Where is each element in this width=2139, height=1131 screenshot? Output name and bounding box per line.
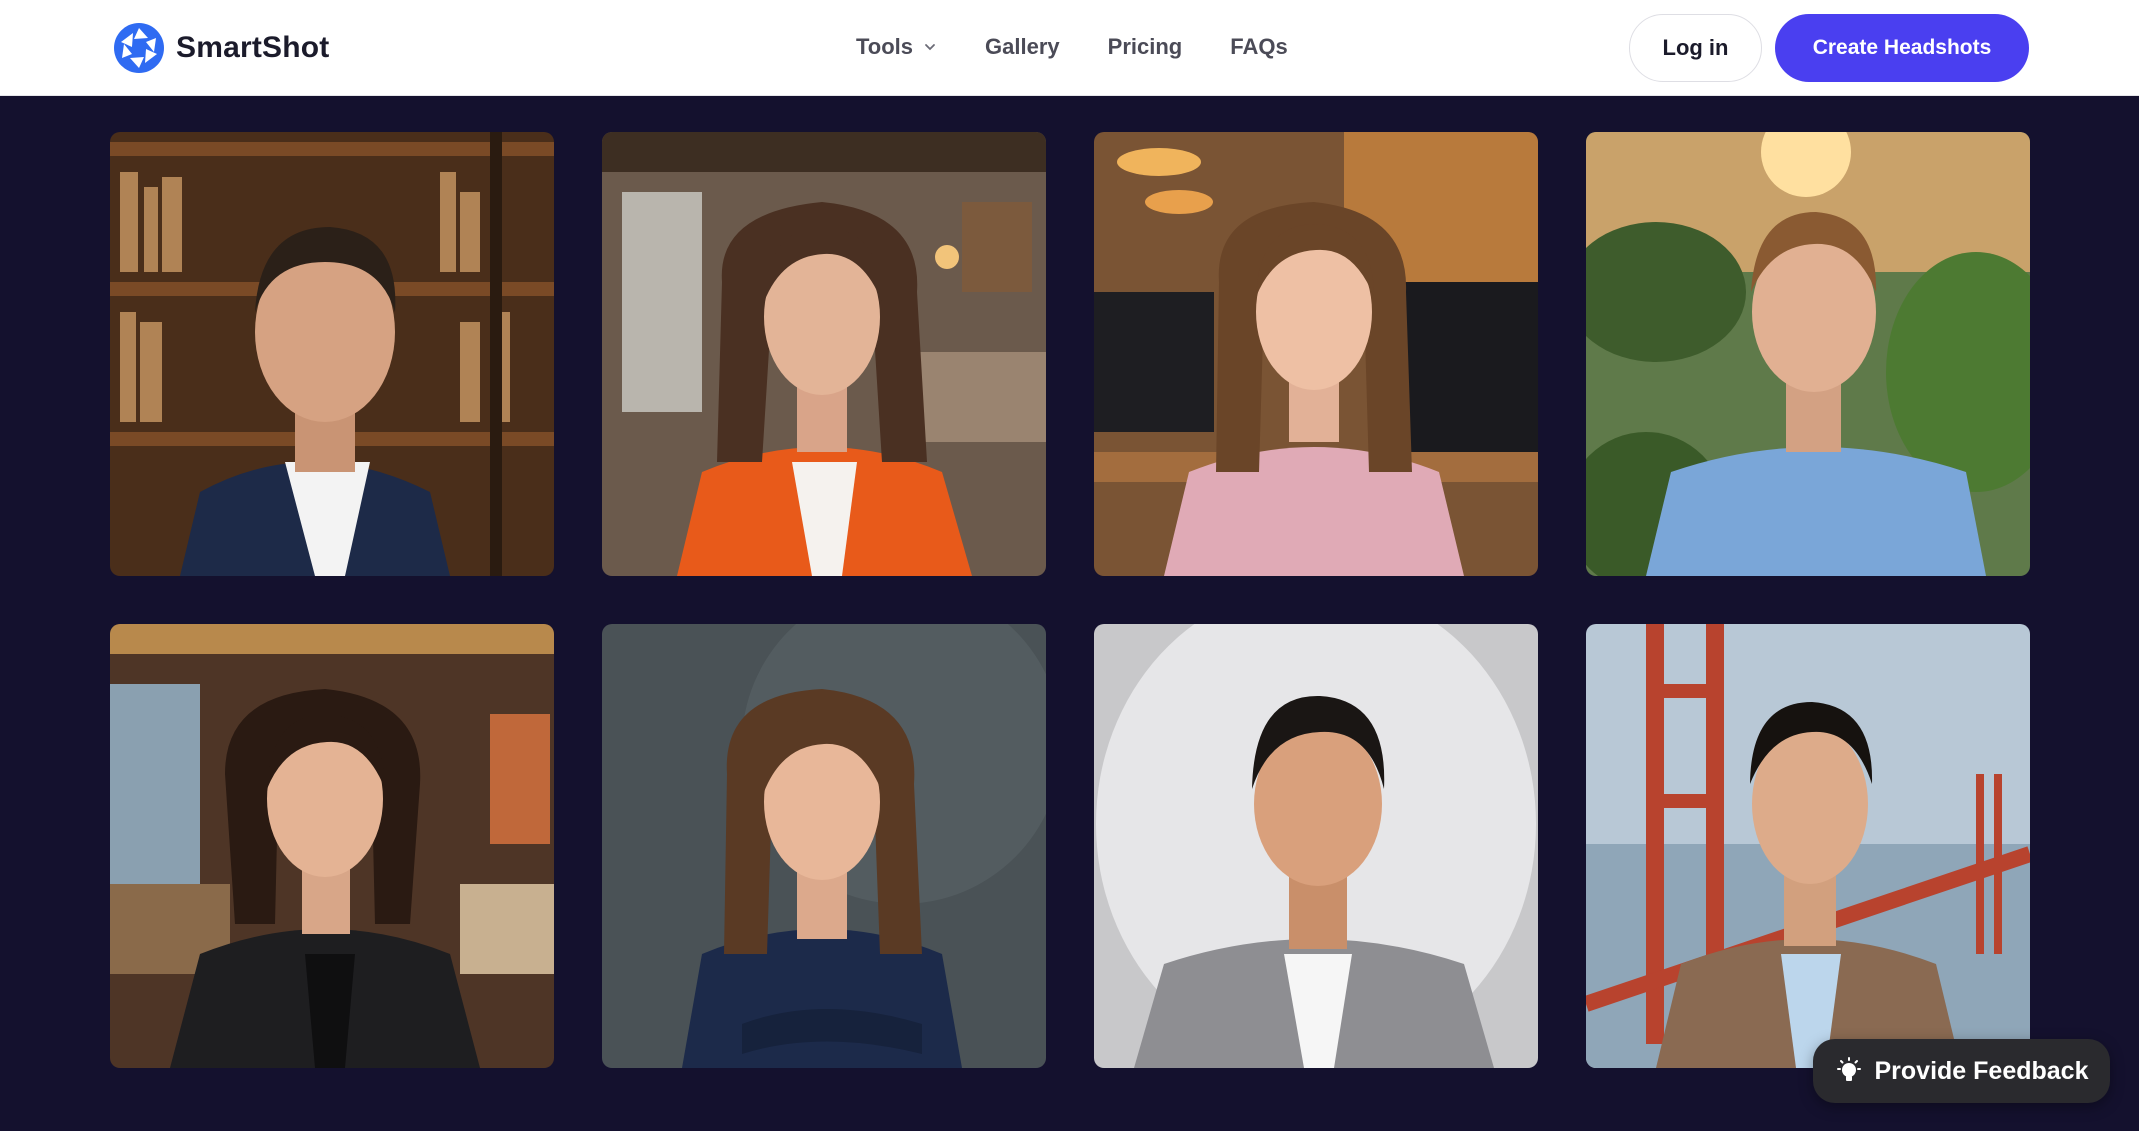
main-nav: Tools Gallery Pricing FAQs [856,30,1288,64]
provide-feedback-label: Provide Feedback [1874,1056,2089,1085]
gallery-photo[interactable] [602,132,1046,576]
nav-faqs[interactable]: FAQs [1230,34,1287,60]
headshot-woman-navy-blazer-image [602,624,1046,1068]
gallery-photo[interactable] [1094,132,1538,576]
gallery-photo[interactable] [602,624,1046,1068]
nav-pricing-label: Pricing [1107,34,1183,59]
chevron-down-icon [925,44,935,51]
headshot-woman-pink-blouse-image [1094,132,1538,576]
gallery-photo[interactable] [1586,132,2030,576]
headshot-man-blue-shirt-image [1586,132,2030,576]
lightbulb-icon [1836,1057,1861,1081]
headshot-gallery [110,132,2030,1068]
logo-text: SmartShot [176,31,330,64]
gallery-photo[interactable] [110,132,554,576]
gallery-photo[interactable] [1586,624,2030,1068]
gallery-photo[interactable] [1094,624,1538,1068]
headshot-man-tweed-blazer-image [1586,624,2030,1068]
nav-faqs-label: FAQs [1230,34,1288,59]
headshot-woman-orange-blazer-image [602,132,1046,576]
provide-feedback-button[interactable]: Provide Feedback [1813,1039,2110,1103]
headshot-man-navy-suit-image [110,132,554,576]
nav-tools[interactable]: Tools [856,34,937,60]
logo[interactable]: SmartShot [112,21,330,75]
login-button[interactable]: Log in [1629,14,1762,82]
site-header: SmartShot Tools Gallery Pricing FAQs Log… [0,0,2139,96]
headshot-man-grey-suit-image [1094,624,1538,1068]
gallery-photo[interactable] [110,624,554,1068]
nav-gallery[interactable]: Gallery [985,34,1060,60]
headshot-woman-black-blazer-image [110,624,554,1068]
aperture-logo-icon [114,23,164,73]
create-headshots-button[interactable]: Create Headshots [1775,14,2029,82]
nav-pricing[interactable]: Pricing [1108,34,1183,60]
nav-gallery-label: Gallery [985,34,1060,59]
nav-tools-label: Tools [856,34,914,59]
